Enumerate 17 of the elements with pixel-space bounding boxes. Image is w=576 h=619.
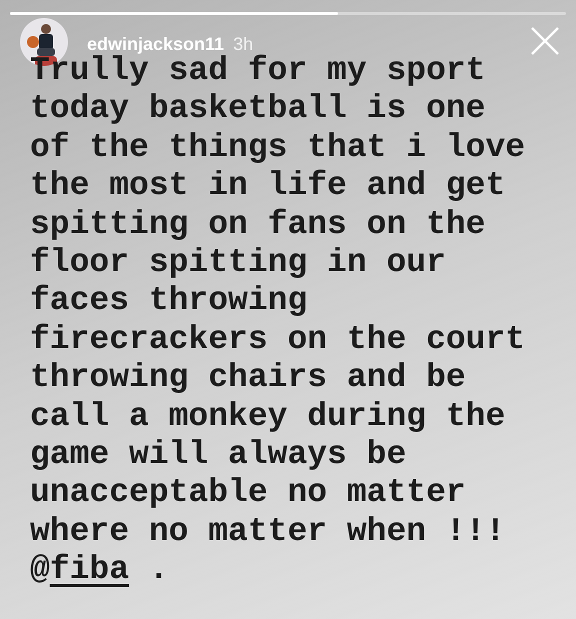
story-text-line: where no matter when !!! [30, 512, 506, 552]
story-text-line: unacceptable no matter [30, 474, 466, 513]
story-text-line: floor spitting in our [30, 244, 446, 282]
story-text-line: firecrackers on the court [30, 320, 526, 360]
story-text-line: Trully sad for my sport [30, 52, 486, 90]
story-text-line: spitting on fans on the [30, 206, 486, 244]
story-text-line: of the things that i love [30, 128, 526, 168]
story-text-line: faces throwing [30, 282, 308, 321]
story-text-line: the most in life and get [30, 167, 506, 206]
mention-link[interactable]: fiba [50, 551, 130, 588]
at-sign: @ [30, 551, 50, 588]
story-text-line: throwing chairs and be [30, 359, 466, 398]
story-text-line: today basketball is one [30, 90, 486, 129]
period: . [148, 551, 169, 588]
close-icon[interactable] [530, 26, 560, 56]
story-text-line: game will always be [30, 436, 406, 474]
story-text-line: call a monkey during the [30, 398, 506, 436]
